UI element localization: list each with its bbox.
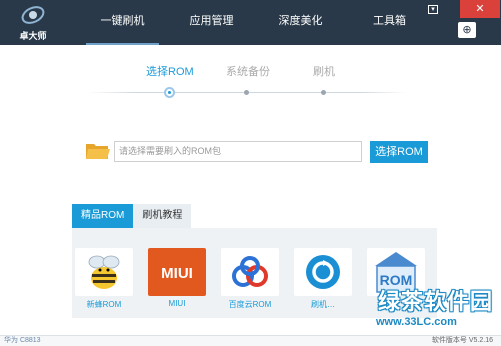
step-backup: 系统备份: [226, 66, 270, 78]
top-bar: 卓大师 一键刷机 应用管理 深度美化 工具箱 ▾ ✕ ⊕: [0, 0, 501, 45]
app-logo: 卓大师: [8, 3, 58, 43]
bee-icon[interactable]: [75, 248, 133, 296]
step-dot-active: [164, 87, 175, 98]
step-flash: 刷机: [313, 66, 335, 78]
select-rom-button[interactable]: 选择ROM: [370, 141, 428, 163]
tab-featured-rom[interactable]: 精品ROM: [72, 204, 134, 228]
device-name: 华为 C8813: [4, 337, 41, 344]
minimize-button[interactable]: ▾: [428, 5, 438, 14]
svg-text:MIUI: MIUI: [161, 265, 193, 282]
nav-toolbox[interactable]: 工具箱: [353, 0, 426, 45]
nav-beautify[interactable]: 深度美化: [264, 0, 337, 45]
app-name-baidu[interactable]: 百度云ROM: [215, 299, 285, 310]
nav-app-manage[interactable]: 应用管理: [175, 0, 248, 45]
download-icon[interactable]: ⊕: [458, 22, 476, 38]
step-select-rom: 选择ROM: [146, 66, 194, 78]
tab-flash-tutorial[interactable]: 刷机教程: [133, 204, 192, 228]
flash-steps: 选择ROM 系统备份 刷机: [0, 60, 501, 105]
nav-flash[interactable]: 一键刷机: [86, 0, 159, 45]
watermark-url: www.33LC.com: [376, 316, 457, 328]
watermark: 绿茶软件园 www.33LC.com: [360, 282, 500, 334]
logo-icon: [21, 6, 45, 24]
status-bar: 华为 C8813 软件版本号 V5.2.16: [0, 335, 501, 346]
app-name-flash[interactable]: 刷机…: [288, 299, 358, 310]
app-name-bee[interactable]: 新蜂ROM: [69, 299, 139, 310]
step-dot: [321, 90, 326, 95]
rom-path-input[interactable]: 请选择需要刷入的ROM包: [114, 141, 362, 162]
main-nav: 一键刷机 应用管理 深度美化 工具箱: [86, 0, 442, 45]
rom-tabs: 精品ROM 刷机教程: [72, 204, 192, 228]
step-dot: [244, 90, 249, 95]
close-button[interactable]: ✕: [460, 0, 500, 18]
app-name-miui[interactable]: MIUI: [142, 299, 212, 308]
app-name: 卓大师: [19, 31, 47, 41]
version-label: 软件版本号 V5.2.16: [431, 337, 493, 344]
folder-icon[interactable]: [85, 141, 111, 161]
watermark-title: 绿茶软件园: [378, 289, 494, 314]
baidu-cloud-icon[interactable]: [221, 248, 279, 296]
refresh-icon[interactable]: [294, 248, 352, 296]
miui-icon[interactable]: MIUI: [148, 248, 206, 296]
